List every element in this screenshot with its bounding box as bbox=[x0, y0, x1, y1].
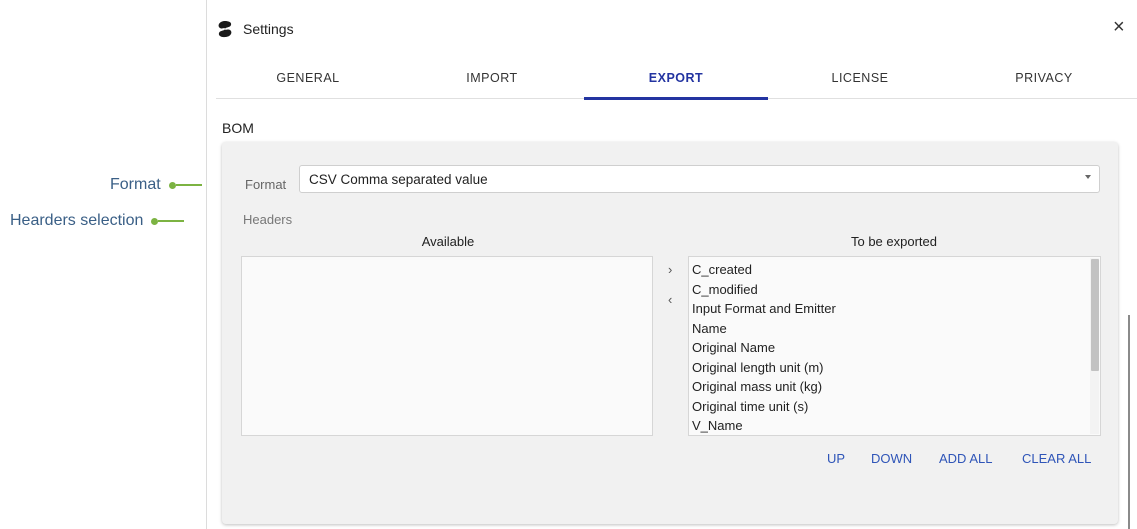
scrollbar-thumb[interactable] bbox=[1091, 259, 1099, 371]
bom-card: Format CSV Comma separated value Headers… bbox=[222, 142, 1118, 524]
list-item[interactable]: Name bbox=[692, 319, 836, 339]
export-items: C_created C_modified Input Format and Em… bbox=[692, 260, 836, 435]
tab-bar: GENERAL IMPORT EXPORT LICENSE PRIVACY bbox=[216, 60, 1137, 100]
move-right-icon[interactable]: › bbox=[668, 262, 672, 277]
available-list[interactable] bbox=[241, 256, 653, 436]
format-select[interactable]: CSV Comma separated value bbox=[299, 165, 1100, 193]
tab-privacy[interactable]: PRIVACY bbox=[952, 60, 1136, 98]
chevron-down-icon bbox=[1085, 175, 1091, 179]
window-title: Settings bbox=[243, 21, 294, 37]
list-item[interactable]: Original Name bbox=[692, 338, 836, 358]
list-item[interactable]: Original mass unit (kg) bbox=[692, 377, 836, 397]
callout-dot bbox=[168, 181, 176, 189]
tab-import[interactable]: IMPORT bbox=[400, 60, 584, 98]
title-bar: Settings × bbox=[207, 0, 1137, 60]
section-title: BOM bbox=[222, 120, 254, 136]
add-all-button[interactable]: ADD ALL bbox=[939, 451, 992, 466]
settings-dialog: Settings × GENERAL IMPORT EXPORT LICENSE… bbox=[207, 0, 1137, 529]
tab-general[interactable]: GENERAL bbox=[216, 60, 400, 98]
app-logo-icon bbox=[218, 21, 232, 38]
callout-headers: Hearders selection bbox=[10, 212, 185, 230]
list-item[interactable]: Original length unit (m) bbox=[692, 358, 836, 378]
available-title: Available bbox=[421, 234, 475, 249]
down-button[interactable]: DOWN bbox=[871, 451, 912, 466]
headers-label: Headers bbox=[243, 212, 293, 227]
page-scrollbar[interactable] bbox=[1128, 315, 1130, 529]
up-button[interactable]: UP bbox=[827, 451, 845, 466]
tab-export[interactable]: EXPORT bbox=[584, 60, 768, 100]
close-icon[interactable]: × bbox=[1113, 17, 1125, 37]
format-label: Format bbox=[245, 177, 287, 192]
format-select-value: CSV Comma separated value bbox=[309, 172, 488, 187]
clear-all-button[interactable]: CLEAR ALL bbox=[1022, 451, 1091, 466]
callout-format-label: Format bbox=[110, 176, 161, 193]
list-item[interactable]: C_modified bbox=[692, 280, 836, 300]
callout-headers-label: Hearders selection bbox=[10, 212, 144, 229]
export-list[interactable]: C_created C_modified Input Format and Em… bbox=[688, 256, 1101, 436]
callout-line bbox=[175, 184, 202, 186]
list-item[interactable]: C_created bbox=[692, 260, 836, 280]
callout-dot bbox=[151, 217, 159, 225]
list-item[interactable]: Original time unit (s) bbox=[692, 397, 836, 417]
callout-format: Format bbox=[110, 176, 202, 194]
export-title: To be exported bbox=[850, 234, 937, 249]
move-left-icon[interactable]: ‹ bbox=[668, 292, 672, 307]
list-item[interactable]: V_Name bbox=[692, 416, 836, 435]
tab-license[interactable]: LICENSE bbox=[768, 60, 952, 98]
list-item[interactable]: Input Format and Emitter bbox=[692, 299, 836, 319]
callout-line bbox=[158, 220, 185, 222]
